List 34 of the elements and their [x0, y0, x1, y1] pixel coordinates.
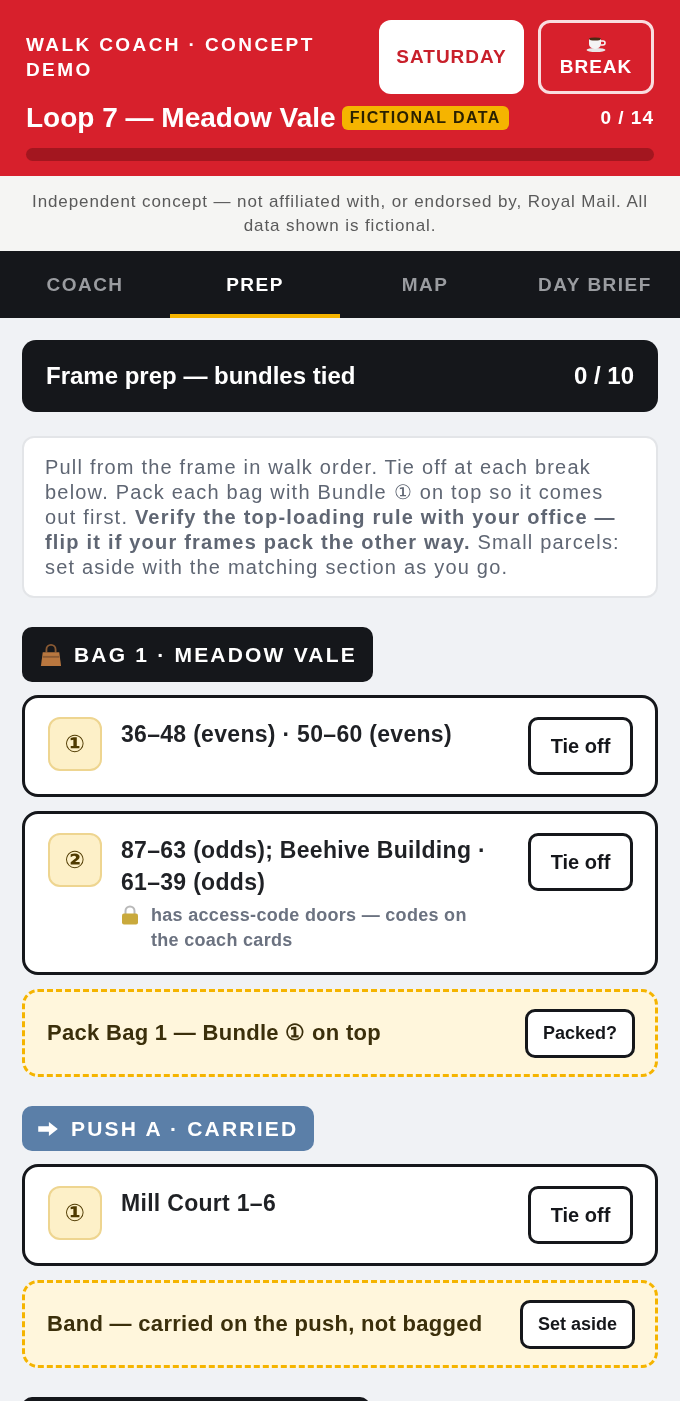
bundle-addresses: Mill Court 1–6: [121, 1189, 277, 1218]
break-button[interactable]: BREAK: [538, 20, 654, 94]
reminder-text: Pack Bag 1 — Bundle ① on top: [47, 1020, 381, 1046]
bundle-addresses: 36–48 (evens) · 50–60 (evens): [121, 720, 453, 749]
coffee-cup-icon: [586, 36, 606, 52]
section-title: BAG 1 · MEADOW VALE: [74, 642, 357, 667]
bundle-number: ②: [48, 833, 102, 887]
tie-off-button[interactable]: Tie off: [528, 717, 633, 775]
bundle-count: 0 / 10: [573, 362, 634, 390]
instructions-text: Pull from the frame in walk order. Tie off at each break below. Pack each bag with Bundle ① on top so it comes out first. Verify the top-loading rule with your office — flip it if your frames pack the other way. Small parcels: set aside with the matching section as you go.: [22, 436, 658, 598]
day-button[interactable]: SATURDAY: [379, 20, 524, 94]
tab[interactable]: COACH: [0, 251, 170, 318]
reminder-button[interactable]: Set aside: [519, 1299, 635, 1349]
bundle-addresses: 87–63 (odds); Beehive Building · 61–39 (odds): [121, 836, 487, 897]
section-title: PUSH A · CARRIED: [71, 1116, 299, 1141]
route-title: Loop 7 — Meadow Vale: [26, 102, 336, 134]
tab[interactable]: DAY BRIEF: [510, 251, 680, 318]
app-title: WALK COACH · CONCEPT DEMO: [26, 33, 316, 82]
handbag-icon: [40, 642, 62, 667]
tie-off-button[interactable]: Tie off: [528, 833, 633, 891]
right-arrow-icon: [37, 1120, 59, 1137]
padlock-icon: [121, 905, 139, 925]
fictional-data-badge: FICTIONAL DATA: [341, 106, 509, 130]
frame-prep-title: Frame prep — bundles tied: [46, 362, 356, 390]
disclaimer-text: Independent concept — not affiliated with, or endorsed by, Royal Mail. All data shown is fictional.: [31, 190, 649, 237]
tab[interactable]: PREP: [170, 251, 340, 318]
reminder-button[interactable]: Packed?: [524, 1008, 635, 1058]
bundle-number: ①: [48, 717, 102, 771]
tab[interactable]: MAP: [340, 251, 510, 318]
reminder-text: Band — carried on the push, not bagged: [47, 1311, 483, 1337]
tie-off-button[interactable]: Tie off: [528, 1186, 633, 1244]
bundle-number: ①: [48, 1186, 102, 1240]
access-note: has access-code doors — codes on the coach cards: [151, 904, 468, 952]
stop-count: 0 / 14: [600, 107, 654, 129]
